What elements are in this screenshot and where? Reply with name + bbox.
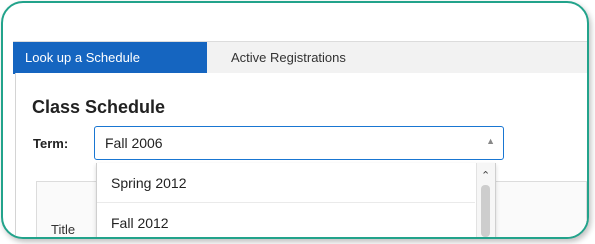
chevron-up-icon[interactable]: ▲ bbox=[486, 136, 495, 146]
term-select[interactable]: Fall 2006 ▲ bbox=[94, 126, 504, 160]
term-select-value: Fall 2006 bbox=[105, 135, 163, 151]
page-title: Class Schedule bbox=[32, 97, 166, 117]
term-label: Term: bbox=[33, 136, 69, 151]
highlight-frame: Look up a Schedule Active Registrations … bbox=[1, 1, 589, 239]
tab-bar: Look up a Schedule Active Registrations bbox=[13, 41, 587, 74]
term-dropdown-list: Spring 2012 Fall 2012 ⌃ bbox=[96, 163, 496, 237]
tab-active-registrations[interactable]: Active Registrations bbox=[219, 42, 419, 74]
schedule-panel: Class Schedule Term: Fall 2006 ▲ Title S… bbox=[15, 73, 587, 237]
scroll-up-icon[interactable]: ⌃ bbox=[481, 169, 490, 182]
scrollbar-thumb[interactable] bbox=[481, 185, 490, 237]
column-header-title[interactable]: Title bbox=[51, 222, 75, 237]
dropdown-scrollbar[interactable]: ⌃ bbox=[476, 163, 495, 237]
dropdown-option-spring-2012[interactable]: Spring 2012 bbox=[97, 163, 475, 203]
dropdown-option-fall-2012[interactable]: Fall 2012 bbox=[97, 203, 475, 237]
tab-look-up-schedule[interactable]: Look up a Schedule bbox=[13, 42, 207, 74]
